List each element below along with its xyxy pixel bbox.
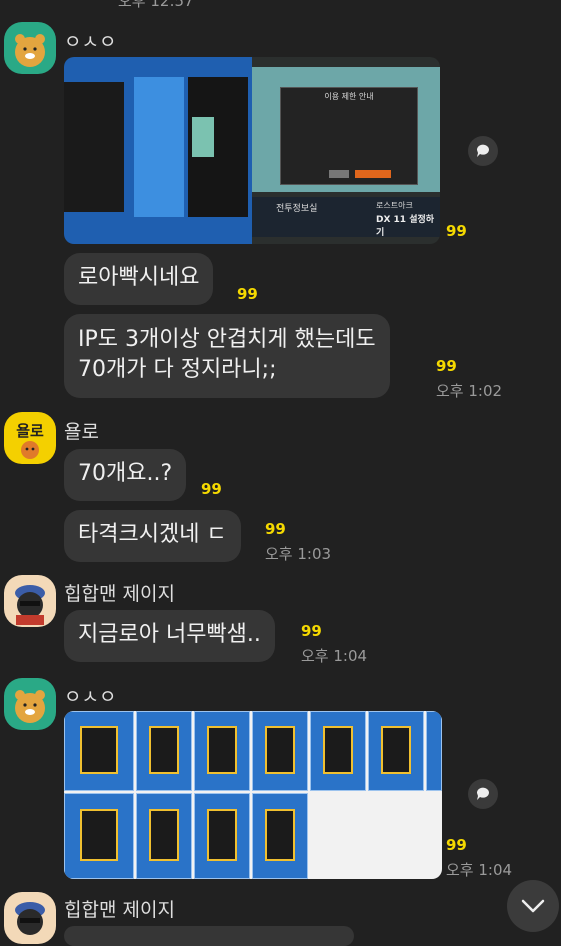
unread-count: 99 bbox=[237, 285, 258, 303]
banner-right-bottom-text: DX 11 설정하기 bbox=[376, 215, 435, 238]
avatar-ryan[interactable] bbox=[4, 678, 56, 730]
share-button[interactable] bbox=[468, 779, 498, 809]
unread-count: 99 bbox=[201, 480, 222, 498]
sender-name: ㅇㅅㅇ bbox=[64, 686, 117, 708]
hiphop-character-icon bbox=[15, 902, 45, 935]
message-bubble[interactable]: 70개요..? bbox=[64, 449, 187, 501]
game-screenshot: 이용 제한 안내 전투정보실 로스트아크 DX 11 설정하기 bbox=[252, 57, 440, 244]
share-icon bbox=[476, 144, 489, 157]
avatar-yolo[interactable]: 욜로 bbox=[4, 412, 56, 464]
hiphop-character-icon bbox=[15, 585, 45, 625]
message-time: 오후 1:04 bbox=[446, 861, 513, 879]
top-partial-time: 오후 12:57 bbox=[118, 0, 194, 10]
message-text-line-2: 70개가 다 정지라니;; bbox=[78, 357, 277, 382]
message-text: 타격크시겠네 ㄷ bbox=[78, 522, 227, 547]
message-text-line-1: IP도 3개이상 안겹치게 했는데도 bbox=[78, 327, 376, 352]
image-attachment-2[interactable] bbox=[64, 711, 442, 879]
scroll-to-bottom-button[interactable] bbox=[507, 880, 559, 932]
message-bubble[interactable]: 로아빡시네요 bbox=[64, 253, 214, 305]
unread-count: 99 bbox=[446, 222, 467, 240]
share-button[interactable] bbox=[468, 136, 498, 166]
message-text: 70개요..? bbox=[78, 461, 173, 486]
message-bubble[interactable]: IP도 3개이상 안겹치게 했는데도 70개가 다 정지라니;; bbox=[64, 314, 390, 398]
banner-left-text: 전투정보실 bbox=[276, 204, 318, 214]
message-time: 오후 1:02 bbox=[436, 382, 503, 400]
ban-dialog-title: 이용 제한 안내 bbox=[324, 92, 374, 101]
sender-name: 욜로 bbox=[64, 421, 99, 443]
ban-dialog: 이용 제한 안내 bbox=[280, 87, 418, 185]
sender-name: ㅇㅅㅇ bbox=[64, 31, 117, 53]
message-text: 지금로아 너무빡샘.. bbox=[78, 622, 261, 647]
message-bubble[interactable]: 지금로아 너무빡샘.. bbox=[64, 610, 275, 662]
chevron-down-icon bbox=[521, 899, 545, 913]
image-attachment-1[interactable]: 이용 제한 안내 전투정보실 로스트아크 DX 11 설정하기 bbox=[64, 57, 440, 244]
unread-count: 99 bbox=[446, 836, 467, 854]
message-text: 로아빡시네요 bbox=[78, 265, 200, 290]
ryan-avatar-icon bbox=[15, 690, 45, 723]
photo-monitor bbox=[64, 57, 252, 244]
banner-right-top-text: 로스트아크 bbox=[376, 201, 413, 210]
avatar-hiphopman[interactable] bbox=[4, 575, 56, 627]
message-bubble-partial[interactable] bbox=[64, 926, 354, 946]
character-icon bbox=[21, 441, 39, 459]
message-time: 오후 1:03 bbox=[265, 545, 332, 563]
avatar-hiphopman[interactable] bbox=[4, 892, 56, 944]
ryan-avatar-icon bbox=[15, 34, 45, 67]
message-bubble[interactable]: 타격크시겠네 ㄷ bbox=[64, 510, 241, 562]
unread-count: 99 bbox=[265, 520, 286, 538]
share-icon bbox=[476, 787, 489, 800]
message-time: 오후 1:04 bbox=[301, 647, 368, 665]
sender-name: 힙합맨 제이지 bbox=[64, 583, 175, 605]
unread-count: 99 bbox=[436, 357, 457, 375]
unread-count: 99 bbox=[301, 622, 322, 640]
avatar-ryan[interactable] bbox=[4, 22, 56, 74]
sender-name: 힙합맨 제이지 bbox=[64, 899, 175, 921]
